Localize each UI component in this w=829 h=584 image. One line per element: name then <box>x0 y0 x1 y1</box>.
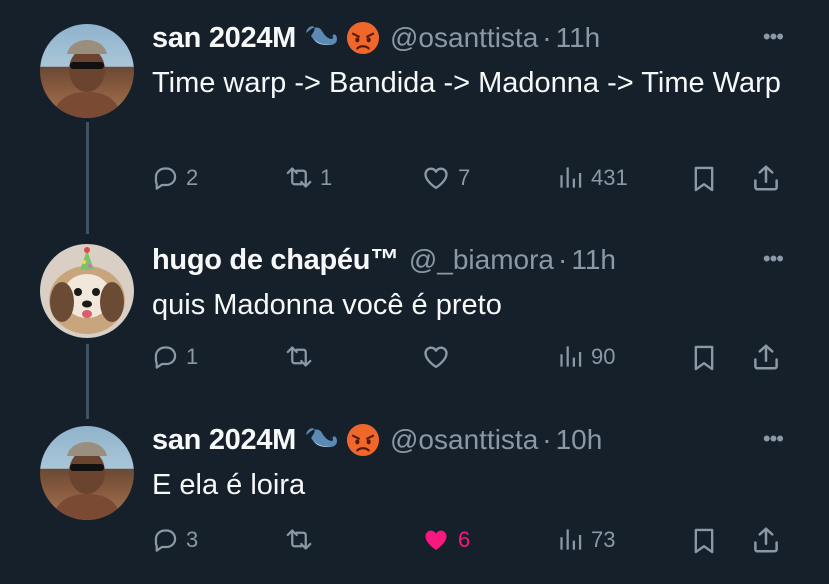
tweet-text: quis Madonna você é preto <box>152 289 502 321</box>
display-name[interactable]: san 2024M <box>152 424 296 457</box>
share-icon <box>751 342 781 372</box>
share-icon <box>751 163 781 193</box>
like-button[interactable] <box>421 343 458 371</box>
bookmark-button[interactable] <box>690 343 718 373</box>
dog-avatar-icon <box>49 247 125 334</box>
more-icon[interactable]: ••• <box>763 426 784 452</box>
tweet-header: hugo de chapéu™ @_biamora · 11h <box>152 240 616 280</box>
retweet-button[interactable] <box>285 526 320 553</box>
more-icon[interactable]: ••• <box>763 246 784 272</box>
separator-dot: · <box>542 22 552 53</box>
like-count: 6 <box>458 527 471 552</box>
bookmark-button[interactable] <box>690 164 718 194</box>
bookmark-icon <box>690 343 718 373</box>
heart-icon <box>421 164 451 192</box>
reply-count: 2 <box>186 164 199 190</box>
retweet-button[interactable]: 1 <box>285 164 332 191</box>
separator-dot: · <box>558 244 568 275</box>
tweet-text: E ela é loira <box>152 469 306 501</box>
views-count: 431 <box>591 164 628 190</box>
angry-face-emoji-icon <box>346 21 380 55</box>
more-icon[interactable]: ••• <box>763 24 784 50</box>
tweet[interactable]: san 2024M @osanttista · 10h ••• E ela é … <box>0 420 829 584</box>
like-button[interactable]: 7 <box>421 164 470 192</box>
user-handle[interactable]: @_biamora <box>409 244 554 276</box>
avatar-photo-icon <box>52 40 122 118</box>
retweet-icon <box>285 343 313 370</box>
avatar[interactable] <box>40 24 134 118</box>
tweet-header: san 2024M @osanttista · 11h <box>152 18 600 58</box>
user-handle[interactable]: @osanttista <box>390 424 538 456</box>
views-icon <box>557 526 584 553</box>
separator-dot: · <box>542 424 552 455</box>
reply-button[interactable]: 3 <box>152 526 198 553</box>
share-button[interactable] <box>751 525 781 555</box>
views-count: 90 <box>591 343 616 369</box>
reply-button[interactable]: 1 <box>152 343 198 370</box>
whale-emoji-icon <box>304 425 340 455</box>
timestamp[interactable]: 10h <box>556 424 603 456</box>
reply-icon <box>152 164 179 191</box>
retweet-icon <box>285 526 313 553</box>
share-icon <box>751 525 781 555</box>
timestamp[interactable]: 11h <box>556 22 601 54</box>
reply-count: 3 <box>186 526 199 552</box>
views-icon <box>557 343 584 370</box>
tweet-header: san 2024M @osanttista · 10h <box>152 420 602 460</box>
reply-button[interactable]: 2 <box>152 164 198 191</box>
avatar[interactable] <box>40 244 134 338</box>
views-button[interactable]: 431 <box>557 164 628 191</box>
retweet-count: 1 <box>320 164 333 190</box>
views-button[interactable]: 73 <box>557 526 615 553</box>
angry-face-emoji-icon <box>346 423 380 457</box>
views-icon <box>557 164 584 191</box>
whale-emoji-icon <box>304 23 340 53</box>
like-button[interactable]: 6 <box>421 526 470 554</box>
timestamp[interactable]: 11h <box>571 244 616 276</box>
bookmark-icon <box>690 164 718 194</box>
reply-icon <box>152 343 179 370</box>
reply-count: 1 <box>186 343 199 369</box>
bookmark-icon <box>690 526 718 556</box>
tweet-text: Time warp -> Bandida -> Madonna -> Time … <box>152 67 781 99</box>
reply-icon <box>152 526 179 553</box>
like-count: 7 <box>458 165 471 190</box>
retweet-icon <box>285 164 313 191</box>
display-name[interactable]: san 2024M <box>152 22 296 55</box>
retweet-button[interactable] <box>285 343 320 370</box>
avatar[interactable] <box>40 426 134 520</box>
user-handle[interactable]: @osanttista <box>390 22 538 54</box>
views-count: 73 <box>591 526 616 552</box>
bookmark-button[interactable] <box>690 526 718 556</box>
tweet[interactable]: hugo de chapéu™ @_biamora · 11h ••• quis… <box>0 240 829 420</box>
share-button[interactable] <box>751 342 781 372</box>
avatar-photo-icon <box>52 442 122 520</box>
views-button[interactable]: 90 <box>557 343 615 370</box>
display-name[interactable]: hugo de chapéu™ <box>152 244 399 277</box>
share-button[interactable] <box>751 163 781 193</box>
heart-filled-icon <box>421 526 451 554</box>
heart-icon <box>421 343 451 371</box>
tweet[interactable]: san 2024M @osanttista · 11h ••• Time war… <box>0 18 829 228</box>
